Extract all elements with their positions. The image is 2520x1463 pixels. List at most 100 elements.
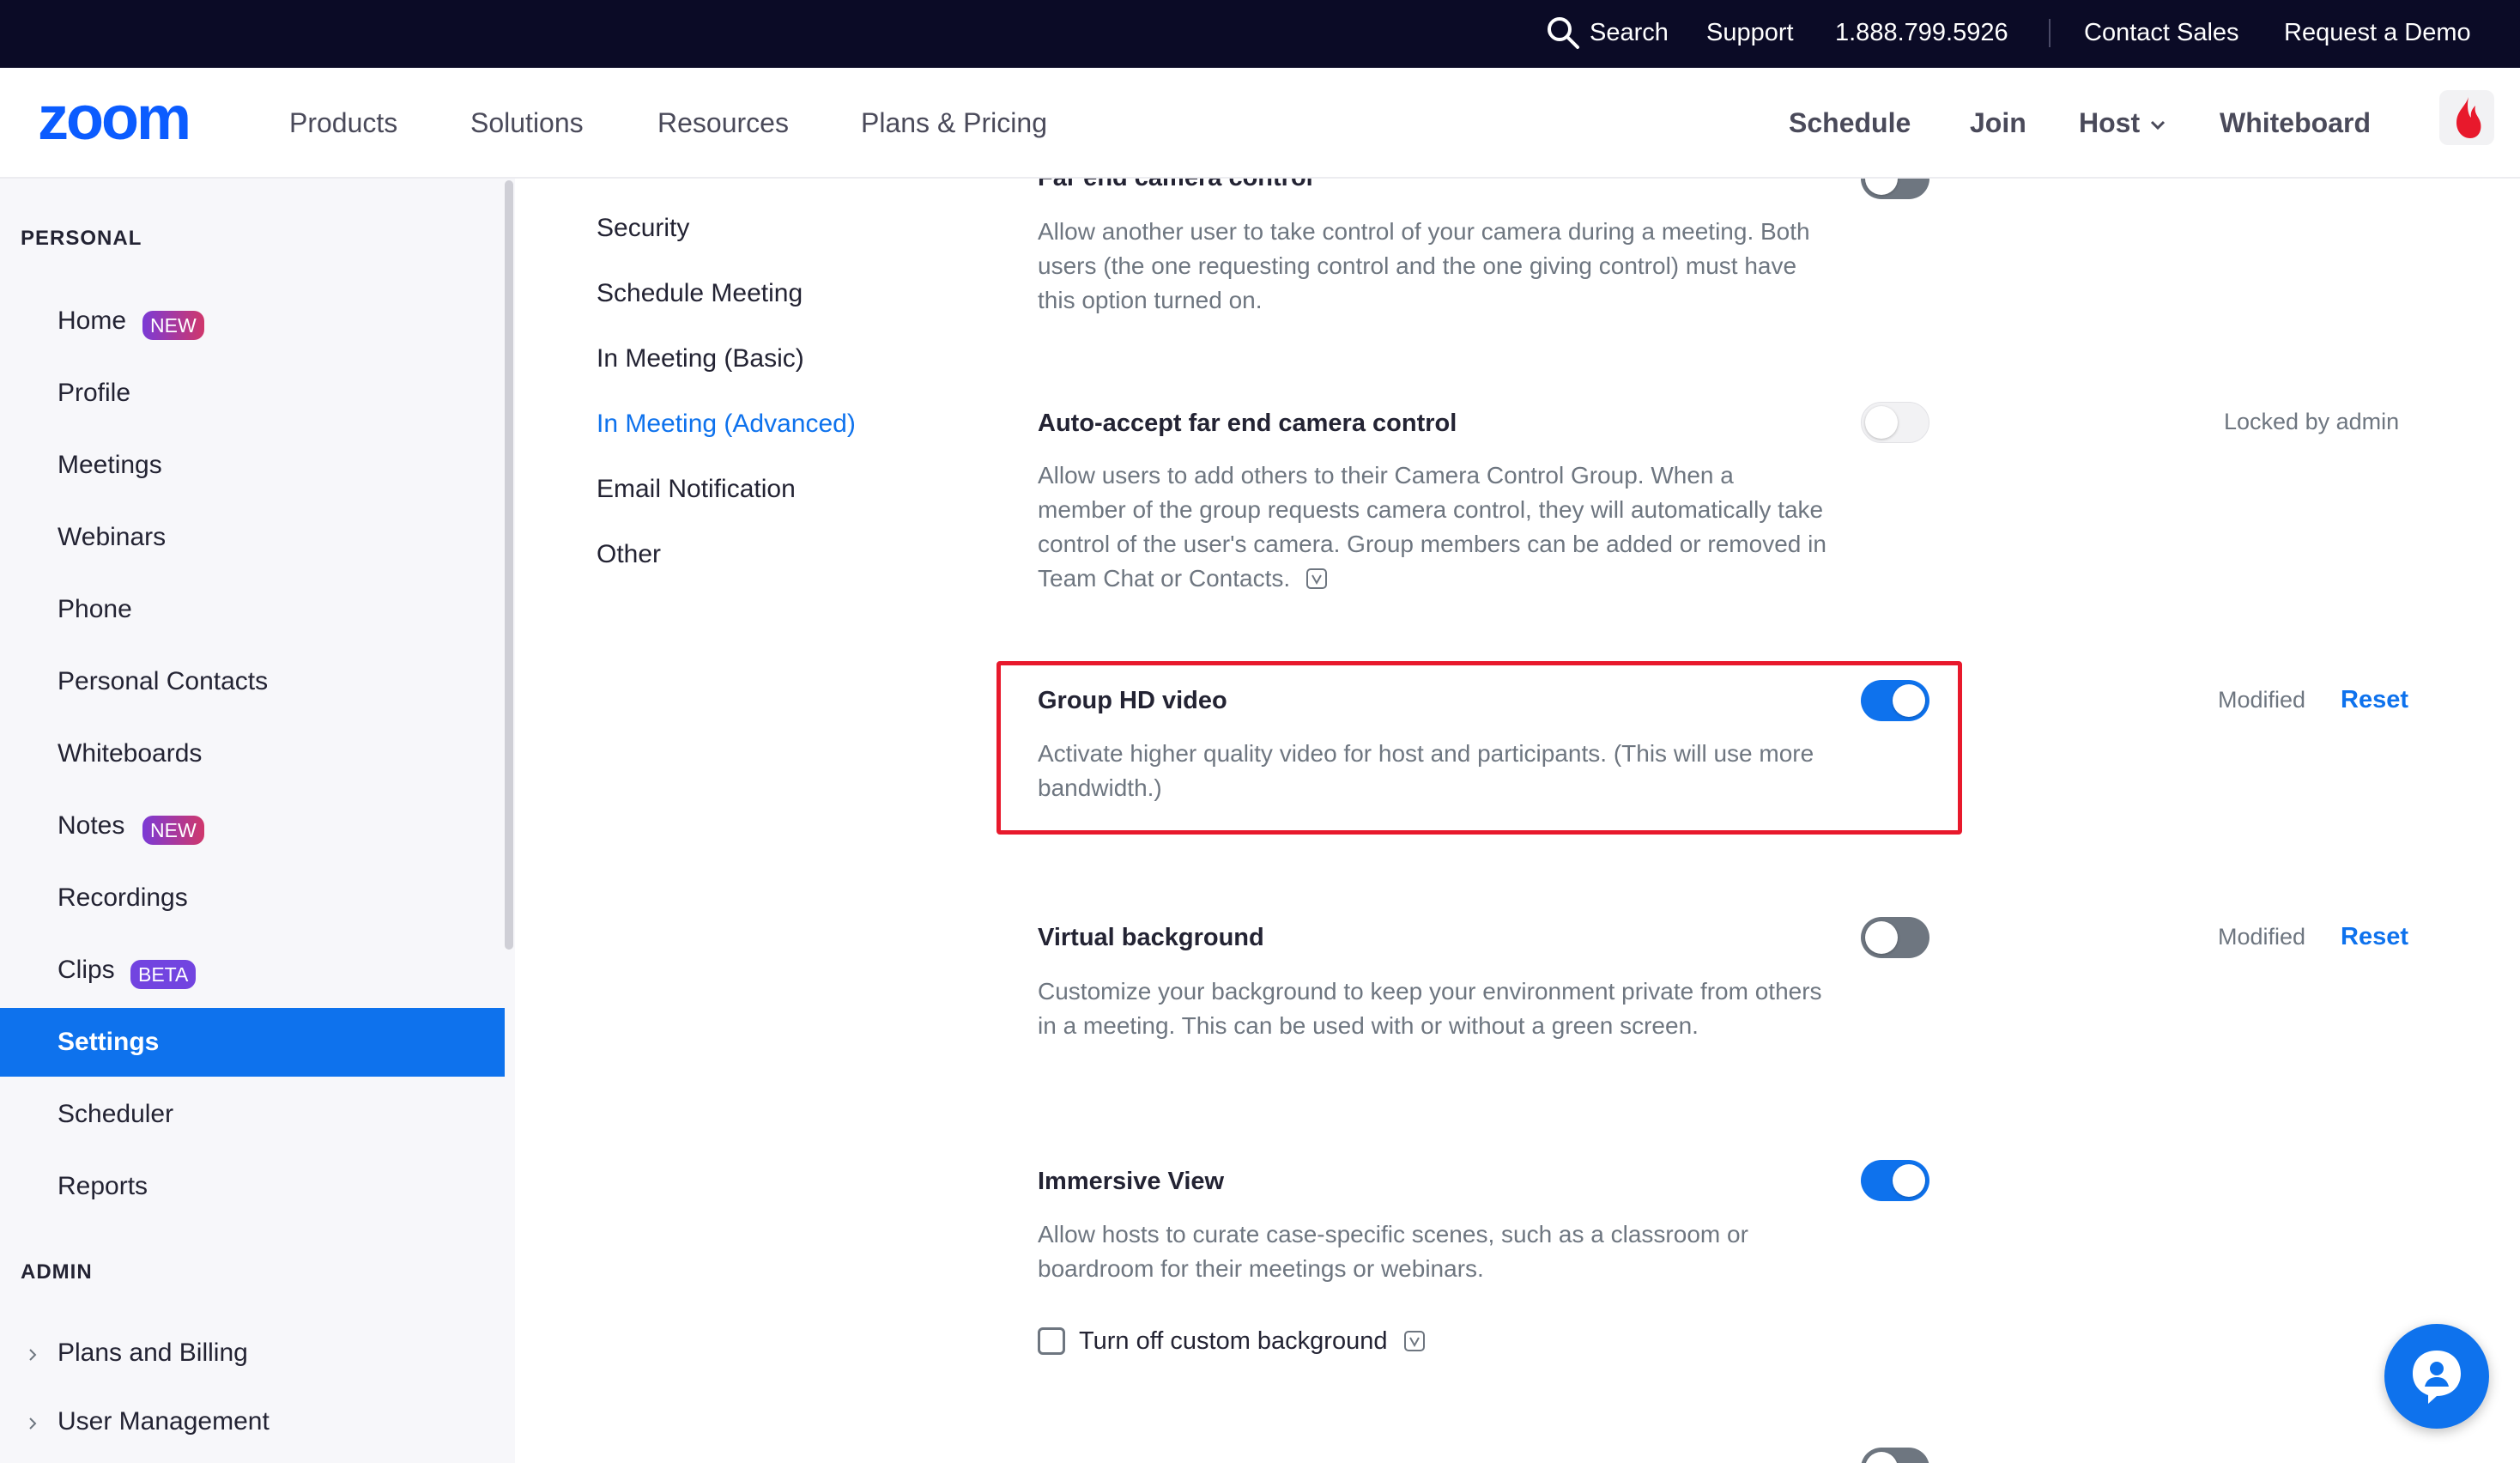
setting-description: Allow hosts to curate case-specific scen… [1038, 1221, 1748, 1282]
main-navigation: zoom Products Solutions Resources Plans … [0, 68, 2520, 179]
sidebar-item-label: Settings [58, 1028, 160, 1056]
sidebar-item-label: Notes [58, 811, 125, 840]
reset-link[interactable]: Reset [2341, 684, 2408, 715]
sidebar-item-label: Clips [58, 956, 115, 984]
verified-icon[interactable] [1305, 568, 1328, 590]
sidebar-item-reports[interactable]: Reports [0, 1152, 505, 1221]
nav-products[interactable]: Products [289, 106, 397, 140]
modified-status: Modified [2218, 687, 2306, 713]
setting-title-group-hd-video: Group HD video [1038, 687, 1227, 714]
new-badge: NEW [142, 816, 204, 845]
modified-status: Modified [2218, 924, 2306, 950]
toggle-knob [1865, 921, 1898, 954]
subnav-email-notification[interactable]: Email Notification [597, 472, 796, 507]
verified-icon[interactable] [1403, 1330, 1426, 1352]
avatar[interactable] [2439, 90, 2494, 145]
sidebar-item-meetings[interactable]: Meetings [0, 431, 505, 500]
setting-title-virtual-background: Virtual background [1038, 924, 1264, 951]
section-heading-personal: PERSONAL [21, 227, 142, 250]
zoom-logo[interactable]: zoom [38, 94, 232, 148]
setting-title-immersive-view: Immersive View [1038, 1168, 1225, 1195]
beta-badge: BETA [130, 960, 197, 989]
sidebar-item-webinars[interactable]: Webinars [0, 503, 505, 572]
setting-title-far-end-camera: Far end camera control [1038, 179, 1313, 194]
support-link[interactable]: Support [1706, 17, 1794, 48]
setting-description: Allow users to add others to their Camer… [1038, 458, 1827, 596]
sidebar-item-recordings[interactable]: Recordings [0, 864, 505, 932]
reset-link[interactable]: Reset [2341, 921, 2408, 952]
toggle-knob [1865, 179, 1898, 195]
sidebar-item-home[interactable]: Home NEW [0, 287, 505, 355]
sidebar-item-label: Meetings [58, 451, 162, 479]
nav-resources[interactable]: Resources [657, 106, 789, 140]
toggle-knob [1865, 406, 1898, 439]
utility-bar: Search Support 1.888.799.5926 Contact Sa… [0, 0, 2520, 68]
subnav-other[interactable]: Other [597, 537, 661, 572]
subnav-in-meeting-basic[interactable]: In Meeting (Basic) [597, 342, 804, 376]
toggle-knob [1865, 1452, 1898, 1463]
next-setting-toggle[interactable] [1861, 1448, 1929, 1463]
flame-avatar-icon [2456, 97, 2481, 138]
sidebar-item-scheduler[interactable]: Scheduler [0, 1080, 505, 1149]
sidebar-item-settings[interactable]: Settings [0, 1008, 505, 1077]
sidebar-item-label: Recordings [58, 883, 188, 912]
setting-description-text: Allow users to add others to their Camer… [1038, 462, 1826, 592]
nav-whiteboard[interactable]: Whiteboard [2220, 106, 2371, 140]
checkbox-label-text: Turn off custom background [1079, 1327, 1388, 1355]
toggle-clip [1854, 179, 1940, 199]
setting-title-auto-accept: Auto-accept far end camera control [1038, 410, 1457, 437]
nav-schedule[interactable]: Schedule [1789, 106, 1911, 140]
subnav-in-meeting-advanced[interactable]: In Meeting (Advanced) [597, 407, 856, 441]
setting-description: Activate higher quality video for host a… [1038, 740, 1814, 801]
sidebar-item-label: Whiteboards [58, 739, 203, 768]
topbar-divider [2049, 19, 2051, 47]
auto-accept-toggle[interactable] [1861, 402, 1929, 443]
sidebar-item-whiteboards[interactable]: Whiteboards [0, 719, 505, 788]
custom-background-checkbox[interactable] [1038, 1327, 1065, 1355]
chevron-right-icon [29, 1349, 37, 1361]
sidebar-item-label: User Management [58, 1407, 270, 1436]
sidebar-item-label: Profile [58, 379, 131, 407]
toggle-knob [1893, 684, 1925, 717]
sidebar-item-label: Webinars [58, 523, 167, 551]
sidebar-item-label: Scheduler [58, 1100, 174, 1128]
sidebar-item-label: Home [58, 307, 127, 335]
search-link[interactable]: Search [1590, 17, 1669, 48]
nav-plans-pricing[interactable]: Plans & Pricing [861, 106, 1047, 140]
chat-assistant-button[interactable] [2384, 1324, 2489, 1429]
locked-status: Locked by admin [2224, 409, 2400, 434]
nav-solutions[interactable]: Solutions [470, 106, 584, 140]
sidebar-item-profile[interactable]: Profile [0, 359, 505, 428]
setting-description: Allow another user to take control of yo… [1038, 218, 1810, 313]
sidebar-scroll-thumb[interactable] [505, 180, 513, 950]
search-icon[interactable] [1545, 15, 1581, 51]
subnav-security[interactable]: Security [597, 211, 689, 246]
contact-sales-link[interactable]: Contact Sales [2084, 17, 2239, 48]
sidebar-item-personal-contacts[interactable]: Personal Contacts [0, 647, 505, 716]
nav-host[interactable]: Host [2079, 106, 2140, 140]
request-demo-link[interactable]: Request a Demo [2284, 17, 2471, 48]
nav-join[interactable]: Join [1970, 106, 2026, 140]
far-end-camera-toggle[interactable] [1861, 179, 1929, 199]
subnav-schedule-meeting[interactable]: Schedule Meeting [597, 276, 803, 311]
phone-link[interactable]: 1.888.799.5926 [1835, 17, 2008, 48]
chat-bot-icon [2413, 1351, 2461, 1404]
setting-description: Customize your background to keep your e… [1038, 978, 1822, 1039]
chevron-down-icon[interactable] [2149, 119, 2166, 131]
chevron-right-icon [29, 1417, 37, 1430]
sidebar-item-clips[interactable]: Clips BETA [0, 936, 505, 1005]
checkbox-label: Turn off custom background [1079, 1324, 1426, 1358]
sidebar-item-label: Reports [58, 1172, 148, 1200]
sidebar-item-label: Plans and Billing [58, 1339, 248, 1367]
sidebar-item-label: Personal Contacts [58, 667, 269, 695]
sidebar-item-notes[interactable]: Notes NEW [0, 792, 505, 860]
group-hd-video-toggle[interactable] [1861, 680, 1929, 721]
sidebar-item-plans-billing[interactable]: Plans and Billing [0, 1319, 505, 1387]
virtual-background-toggle[interactable] [1861, 917, 1929, 958]
section-heading-admin: ADMIN [21, 1260, 93, 1284]
toggle-knob [1893, 1164, 1925, 1197]
sidebar-item-user-management[interactable]: User Management [0, 1387, 505, 1456]
toggle-clip [1854, 1448, 1940, 1463]
immersive-view-toggle[interactable] [1861, 1160, 1929, 1201]
sidebar-item-phone[interactable]: Phone [0, 575, 505, 644]
